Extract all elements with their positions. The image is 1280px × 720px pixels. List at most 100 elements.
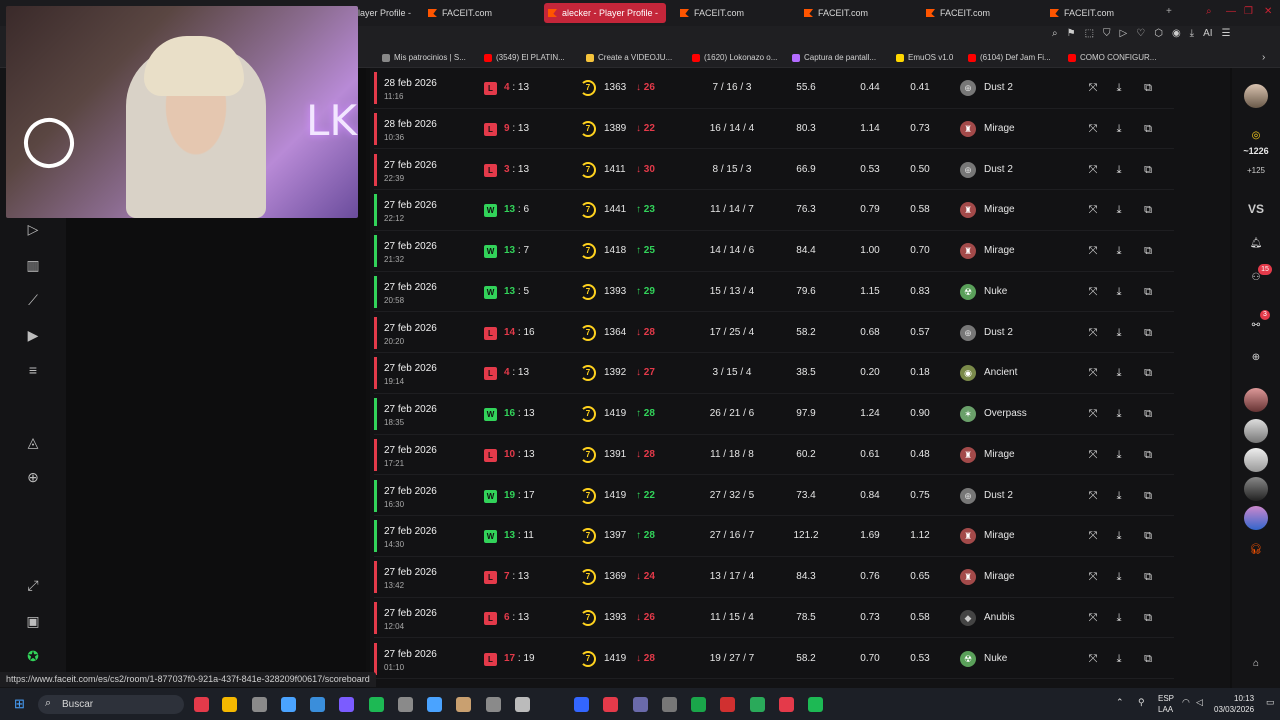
match-row[interactable]: 27 feb 2026 01:10 L 17 : 19 7 1419 ↓ 28 19 / 27… [374, 639, 1174, 680]
download-icon[interactable]: ⤓ [1112, 326, 1126, 340]
new-tab-button[interactable]: + [1166, 6, 1172, 17]
taskbar-app-icon[interactable] [339, 697, 354, 712]
external-link-icon[interactable]: ⧉ [1141, 203, 1155, 217]
expand-icon[interactable]: ⤧ [1086, 163, 1100, 177]
bookmark-item[interactable]: (3549) El PLATIN... [484, 53, 565, 62]
download-icon[interactable]: ⤓ [1112, 285, 1126, 299]
taskbar-app-icon[interactable] [398, 697, 413, 712]
expand-icon[interactable]: ⤧ [1086, 122, 1100, 136]
taskbar-clock[interactable]: 10:13 03/03/2026 [1214, 693, 1254, 715]
taskbar-app-icon[interactable] [662, 697, 677, 712]
windows-start-icon[interactable]: ⊞ [14, 696, 25, 712]
network-icon[interactable]: ⚲ [1138, 697, 1145, 708]
heart-icon[interactable]: ♡ [1136, 28, 1145, 46]
expand-icon[interactable]: ⤧ [1086, 652, 1100, 666]
download-icon[interactable]: ⤓ [1112, 529, 1126, 543]
expand-icon[interactable]: ⤧ [1086, 285, 1100, 299]
external-link-icon[interactable]: ⧉ [1141, 285, 1155, 299]
taskbar-app-icon[interactable] [750, 697, 765, 712]
taskbar-app-icon[interactable] [515, 697, 530, 712]
taskbar-app-icon[interactable] [252, 697, 267, 712]
external-link-icon[interactable]: ⧉ [1141, 652, 1155, 666]
external-link-icon[interactable]: ⧉ [1141, 326, 1155, 340]
download-icon[interactable]: ⤓ [1112, 81, 1126, 95]
browser-tab[interactable]: FACEIT.com [800, 3, 868, 23]
star-icon[interactable]: ✪ [24, 647, 42, 665]
taskbar-app-icon[interactable] [486, 697, 501, 712]
screenshot-icon[interactable]: ⬚ [1085, 28, 1094, 46]
download-icon[interactable]: ⤓ [1112, 570, 1126, 584]
video-icon[interactable]: ▶ [24, 326, 42, 344]
bookmark-item[interactable]: Create a VIDEOJU... [586, 53, 672, 62]
browser-tab[interactable]: alecker - Player Profile - [544, 3, 667, 23]
browser-tab[interactable]: FACEIT.com [922, 3, 990, 23]
friend-avatar[interactable] [1244, 388, 1268, 412]
match-row[interactable]: 27 feb 2026 19:14 L 4 : 13 7 1392 ↓ 27 3 / 15 /… [374, 353, 1174, 394]
match-row[interactable]: 27 feb 2026 17:21 L 10 : 13 7 1391 ↓ 28 11 / 18… [374, 435, 1174, 476]
play-icon[interactable]: ▷ [1120, 28, 1128, 46]
taskbar-app-icon[interactable] [603, 697, 618, 712]
user-avatar[interactable] [1244, 84, 1268, 108]
expand-icon[interactable]: ⤢ [24, 576, 42, 594]
briefcase-icon[interactable]: ▣ [24, 612, 42, 630]
expand-icon[interactable]: ⤧ [1086, 366, 1100, 380]
expand-icon[interactable]: ⤧ [1086, 489, 1100, 503]
external-link-icon[interactable]: ⧉ [1141, 407, 1155, 421]
add-friend-icon[interactable]: ⊕ [1244, 346, 1268, 370]
bell-icon[interactable]: ◬ [24, 433, 42, 451]
graph-icon[interactable]: ⟋ [24, 291, 42, 309]
friend-avatar[interactable] [1244, 506, 1268, 530]
match-row[interactable]: 28 feb 2026 11:16 L 4 : 13 7 1363 ↓ 26 7 / 16 /… [374, 68, 1174, 109]
language-indicator[interactable]: ESP LAA [1158, 693, 1174, 715]
match-row[interactable]: 27 feb 2026 13:42 L 7 : 13 7 1369 ↓ 24 13 / 17 … [374, 557, 1174, 598]
external-link-icon[interactable]: ⧉ [1141, 122, 1155, 136]
download-icon[interactable]: ⤓ [1190, 28, 1194, 46]
add-icon[interactable]: ⊕ [24, 468, 42, 486]
headset-icon[interactable]: 🎧︎ [1244, 538, 1268, 562]
vs-label[interactable]: VS [1232, 202, 1280, 216]
profile-icon[interactable]: ◉ [1172, 28, 1181, 46]
tray-chevron-icon[interactable]: ⌃ [1116, 697, 1124, 708]
external-link-icon[interactable]: ⧉ [1141, 81, 1155, 95]
bookmark-item[interactable]: (6104) Def Jam Fi... [968, 53, 1051, 62]
taskbar-app-icon[interactable] [281, 697, 296, 712]
friend-avatar[interactable] [1244, 419, 1268, 443]
notifications-icon[interactable]: 🔔︎ [1244, 232, 1268, 256]
friend-avatar[interactable] [1244, 448, 1268, 472]
expand-icon[interactable]: ⤧ [1086, 203, 1100, 217]
external-link-icon[interactable]: ⧉ [1141, 529, 1155, 543]
search-tabs-icon[interactable]: ⌕ [1206, 6, 1212, 17]
bookmark-item[interactable]: Captura de pantall... [792, 53, 876, 62]
download-icon[interactable]: ⤓ [1112, 244, 1126, 258]
taskbar-app-icon[interactable] [720, 697, 735, 712]
ai-button[interactable]: AI [1203, 28, 1212, 46]
external-link-icon[interactable]: ⧉ [1141, 570, 1155, 584]
external-link-icon[interactable]: ⧉ [1141, 611, 1155, 625]
download-icon[interactable]: ⤓ [1112, 366, 1126, 380]
expand-icon[interactable]: ⤧ [1086, 326, 1100, 340]
browser-tab[interactable]: FACEIT.com [676, 3, 744, 23]
extensions-icon[interactable]: ⬡ [1154, 28, 1163, 46]
bookmark-item[interactable]: COMO CONFIGUR... [1068, 53, 1156, 62]
stats-icon[interactable]: ▥ [24, 256, 42, 274]
bookmark-item[interactable]: Mis patrocinios | S... [382, 53, 466, 62]
taskbar-app-icon[interactable] [574, 697, 589, 712]
external-link-icon[interactable]: ⧉ [1141, 163, 1155, 177]
expand-icon[interactable]: ⤧ [1086, 81, 1100, 95]
menu-icon[interactable]: ☰ [1222, 28, 1231, 46]
minimize-icon[interactable]: — [1226, 6, 1236, 17]
taskbar-app-icon[interactable] [369, 697, 384, 712]
download-icon[interactable]: ⤓ [1112, 203, 1126, 217]
taskbar-app-icon[interactable] [194, 697, 209, 712]
friend-avatar[interactable] [1244, 477, 1268, 501]
play-icon[interactable]: ▷ [24, 220, 42, 238]
taskbar-search[interactable]: Buscar [38, 695, 184, 714]
shield-icon[interactable]: ⛉ [1103, 28, 1111, 46]
external-link-icon[interactable]: ⧉ [1141, 366, 1155, 380]
taskbar-app-icon[interactable] [310, 697, 325, 712]
download-icon[interactable]: ⤓ [1112, 652, 1126, 666]
taskbar-app-icon[interactable] [222, 697, 237, 712]
taskbar-app-icon[interactable] [808, 697, 823, 712]
external-link-icon[interactable]: ⧉ [1141, 448, 1155, 462]
match-row[interactable]: 27 feb 2026 18:35 W 16 : 13 7 1419 ↑ 28 26 / 21… [374, 394, 1174, 435]
